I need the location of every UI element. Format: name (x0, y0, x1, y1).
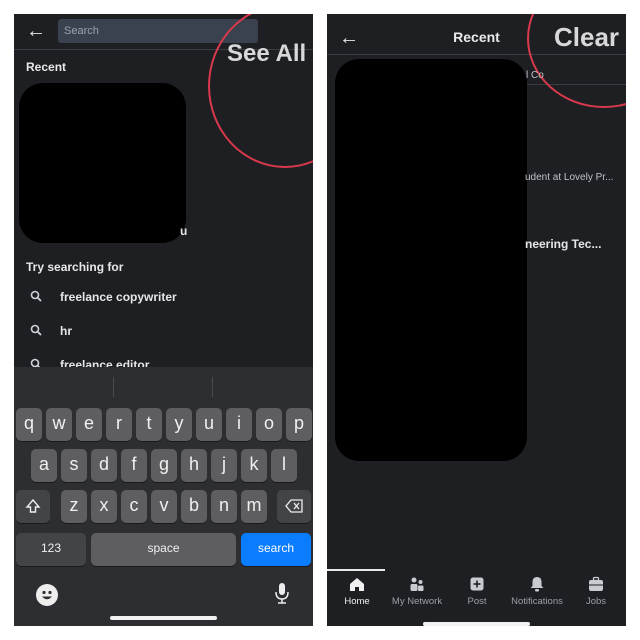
home-indicator (110, 616, 217, 620)
key-e[interactable]: e (76, 408, 102, 441)
key-s[interactable]: s (61, 449, 87, 482)
key-l[interactable]: l (271, 449, 297, 482)
tab-label: Post (467, 596, 487, 607)
search-icon (30, 324, 44, 338)
key-a[interactable]: a (31, 449, 57, 482)
bottom-tab-bar: Home My Network Post Notifications Jobs (327, 569, 626, 626)
shift-icon (25, 498, 41, 513)
key-i[interactable]: i (226, 408, 252, 441)
suggestion-item[interactable]: freelance copywriter (30, 287, 177, 307)
recent-item-fragment[interactable]: u (180, 224, 187, 238)
predictive-separator (113, 377, 114, 397)
predictive-separator (212, 377, 213, 397)
key-j[interactable]: j (211, 449, 237, 482)
redacted-recent-list (335, 59, 527, 461)
key-k[interactable]: k (241, 449, 267, 482)
clear-button[interactable]: Clear (554, 22, 619, 53)
active-tab-indicator (327, 569, 385, 571)
recent-heading: Recent (26, 60, 67, 74)
tab-jobs[interactable]: Jobs (566, 576, 626, 607)
keyboard: qwertyuiop asdfghjkl zxcvbnm 123 space s… (14, 367, 313, 626)
key-p[interactable]: p (286, 408, 312, 441)
key-u[interactable]: u (196, 408, 222, 441)
post-icon (447, 576, 507, 594)
recent-item-fragment: l Co (526, 70, 544, 81)
numbers-key[interactable]: 123 (16, 533, 86, 566)
back-arrow-icon[interactable]: ← (26, 21, 46, 41)
backspace-key[interactable] (277, 490, 311, 523)
tab-notifications[interactable]: Notifications (507, 576, 567, 607)
key-b[interactable]: b (181, 490, 207, 523)
suggestion-label: hr (60, 324, 72, 338)
tab-post[interactable]: Post (447, 576, 507, 607)
key-f[interactable]: f (121, 449, 147, 482)
suggestion-label: freelance copywriter (60, 290, 177, 304)
tab-label: My Network (391, 596, 443, 607)
space-key[interactable]: space (91, 533, 236, 566)
key-y[interactable]: y (166, 408, 192, 441)
key-g[interactable]: g (151, 449, 177, 482)
tab-label: Home (344, 596, 370, 607)
tab-my-network[interactable]: My Network (387, 576, 447, 607)
search-screen: ← Search See All Recent u Try searching … (14, 14, 313, 626)
microphone-icon[interactable] (274, 582, 290, 609)
key-x[interactable]: x (91, 490, 117, 523)
predictive-bar (14, 367, 313, 401)
my-network-icon (387, 576, 447, 594)
key-t[interactable]: t (136, 408, 162, 441)
key-z[interactable]: z (61, 490, 87, 523)
redacted-recent-item (19, 83, 186, 243)
tab-label: Notifications (511, 596, 563, 607)
backspace-icon (285, 499, 303, 513)
key-q[interactable]: q (16, 408, 42, 441)
recent-item-fragment[interactable]: neering Tec... (525, 237, 601, 251)
key-c[interactable]: c (121, 490, 147, 523)
key-h[interactable]: h (181, 449, 207, 482)
key-m[interactable]: m (241, 490, 267, 523)
key-r[interactable]: r (106, 408, 132, 441)
suggestion-item[interactable]: hr (30, 321, 72, 341)
key-v[interactable]: v (151, 490, 177, 523)
home-indicator (423, 622, 530, 626)
tab-home[interactable]: Home (327, 576, 387, 607)
key-d[interactable]: d (91, 449, 117, 482)
see-all-button[interactable]: See All (227, 40, 306, 68)
notifications-icon (507, 576, 567, 594)
recent-screen: ← Recent Clear l Co udent at Lovely Pr..… (327, 14, 626, 626)
key-o[interactable]: o (256, 408, 282, 441)
search-key[interactable]: search (241, 533, 311, 566)
tab-label: Jobs (585, 596, 607, 607)
recent-item-fragment: udent at Lovely Pr... (525, 172, 614, 183)
key-n[interactable]: n (211, 490, 237, 523)
key-w[interactable]: w (46, 408, 72, 441)
shift-key[interactable] (16, 490, 50, 523)
try-searching-heading: Try searching for (26, 260, 124, 274)
home-icon (327, 576, 387, 594)
emoji-icon[interactable] (36, 584, 58, 606)
search-icon (30, 290, 44, 304)
highlight-circle (208, 14, 313, 168)
jobs-icon (566, 576, 626, 594)
